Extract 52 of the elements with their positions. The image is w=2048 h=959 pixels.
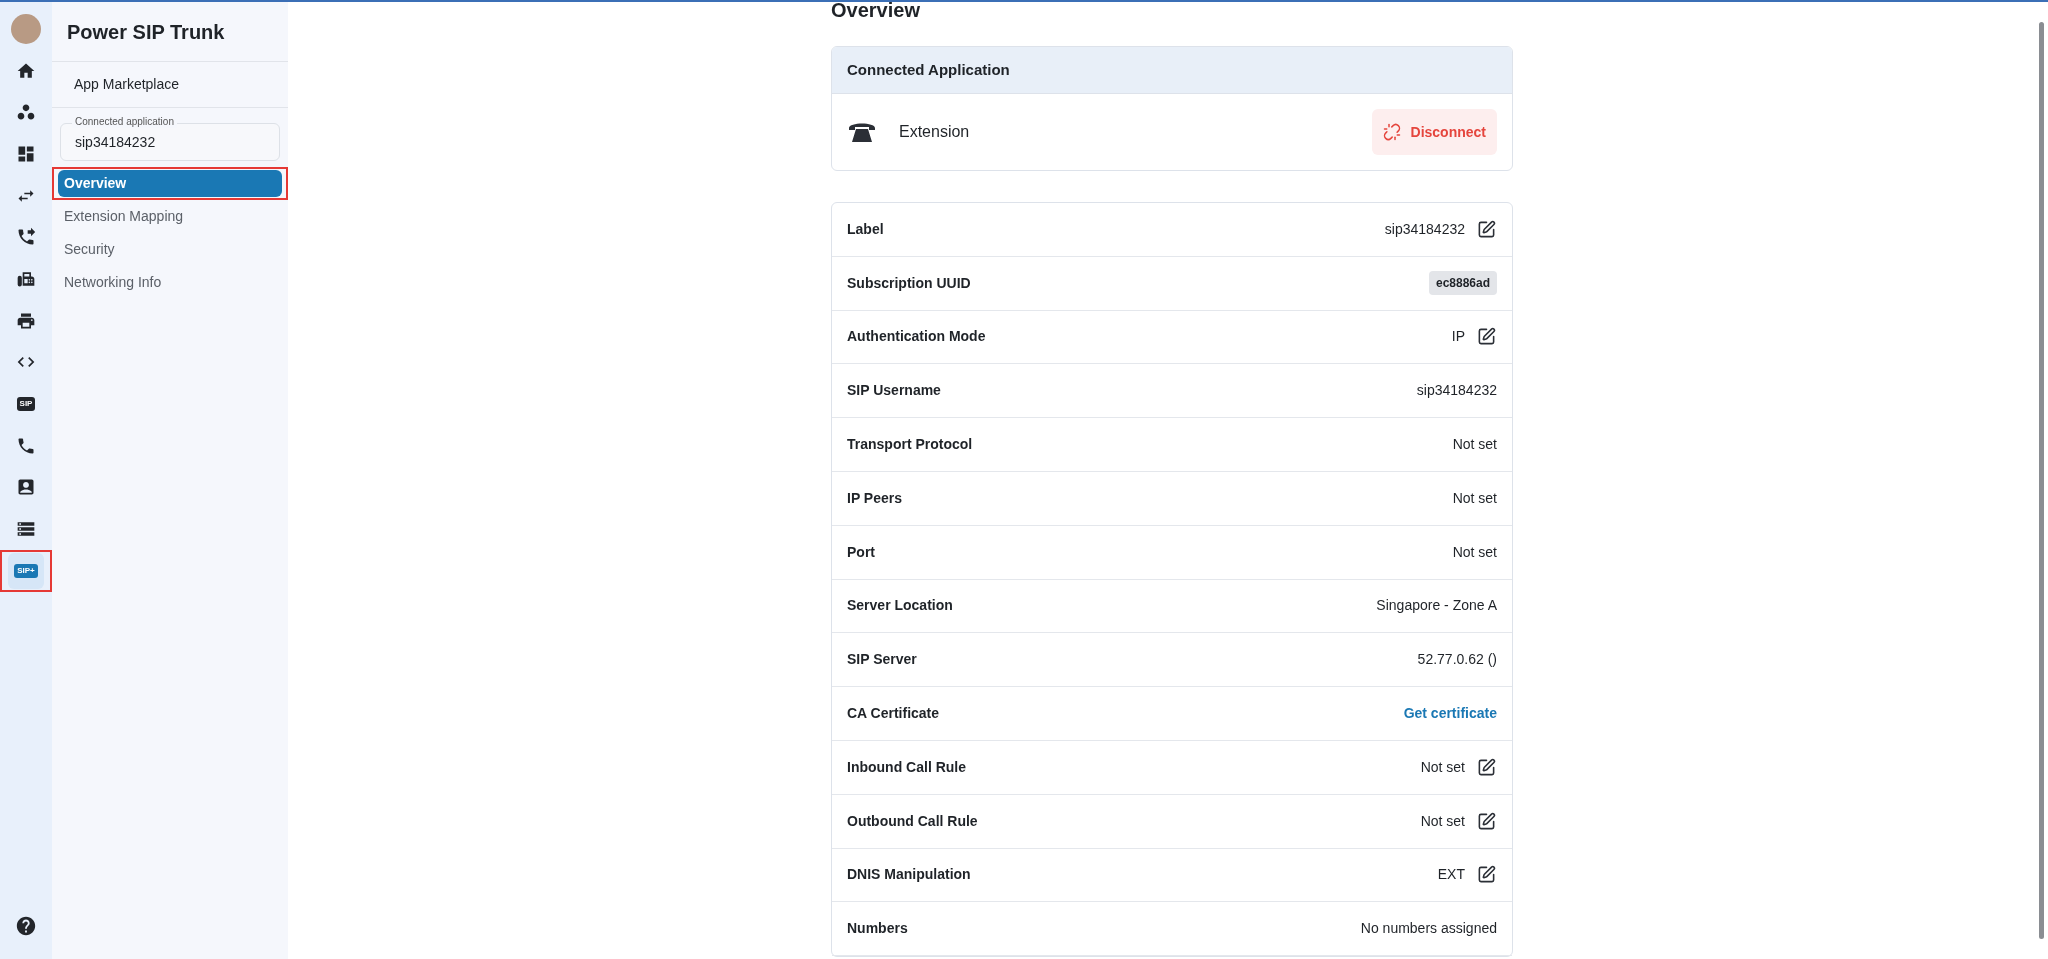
field-label: Port bbox=[847, 542, 875, 562]
edit-icon bbox=[1476, 865, 1496, 885]
field-value: Not set bbox=[1420, 811, 1465, 831]
page-title: Overview bbox=[831, 2, 920, 20]
field-label: CA Certificate bbox=[847, 704, 940, 724]
field-value: IP bbox=[1451, 327, 1465, 347]
field-value: Not set bbox=[1452, 488, 1497, 508]
edit-icon bbox=[1476, 757, 1496, 777]
field-value: Not set bbox=[1420, 757, 1465, 777]
app-title: Power SIP Trunk bbox=[67, 19, 225, 45]
rail-item[interactable]: SIP+ bbox=[8, 552, 44, 589]
edit-icon bbox=[1476, 219, 1496, 239]
card-title: Connected Application bbox=[847, 59, 1010, 80]
field-value: sip34184232 bbox=[1416, 381, 1497, 401]
field-value: Not set bbox=[1452, 542, 1497, 562]
field-label: Connected application bbox=[72, 116, 177, 128]
field-label: SIP Server bbox=[847, 650, 917, 670]
nav-item[interactable]: Overview bbox=[58, 170, 282, 197]
field-label: IP Peers bbox=[847, 488, 902, 508]
field-label: SIP Username bbox=[847, 381, 941, 401]
nav-item[interactable]: Networking Info bbox=[58, 269, 282, 296]
contact-card-icon bbox=[16, 477, 36, 498]
app-name: Extension bbox=[899, 122, 970, 142]
scrollbar[interactable] bbox=[2038, 22, 2044, 939]
field-label: Server Location bbox=[847, 596, 953, 616]
field-value: 52.77.0.62 () bbox=[1417, 650, 1497, 670]
field-value: Not set bbox=[1452, 435, 1497, 455]
uuid-tag: ec8886ad bbox=[1428, 271, 1497, 296]
field-label: Transport Protocol bbox=[847, 435, 973, 455]
field-label: Subscription UUID bbox=[847, 273, 971, 293]
disconnect-button[interactable]: Disconnect bbox=[1371, 109, 1497, 155]
field-value: No numbers assigned bbox=[1360, 919, 1497, 939]
field-label: Inbound Call Rule bbox=[847, 757, 966, 777]
field-value: sip34184232 bbox=[1384, 219, 1465, 239]
field-label: Authentication Mode bbox=[847, 327, 986, 347]
edit-icon bbox=[1476, 327, 1496, 347]
rail-item[interactable]: SIP bbox=[8, 386, 44, 423]
field-label: Outbound Call Rule bbox=[847, 811, 978, 831]
sip-badge-icon: SIP bbox=[16, 397, 36, 412]
unlink-icon bbox=[1382, 123, 1401, 141]
field-label: DNIS Manipulation bbox=[847, 865, 971, 885]
field-label: Label bbox=[847, 219, 884, 239]
get-certificate-link[interactable]: Get certificate bbox=[1403, 703, 1497, 725]
edit-icon bbox=[1476, 811, 1496, 831]
help-icon[interactable] bbox=[15, 915, 37, 937]
marketplace-link[interactable]: App Marketplace bbox=[74, 74, 180, 95]
field-value: EXT bbox=[1437, 865, 1465, 885]
field-value: Singapore - Zone A bbox=[1376, 596, 1497, 616]
nav-item[interactable]: Security bbox=[58, 236, 282, 263]
nav-item[interactable]: Extension Mapping bbox=[58, 203, 282, 230]
field-label: Numbers bbox=[847, 919, 908, 939]
sip-badge-icon: SIP+ bbox=[14, 563, 38, 578]
